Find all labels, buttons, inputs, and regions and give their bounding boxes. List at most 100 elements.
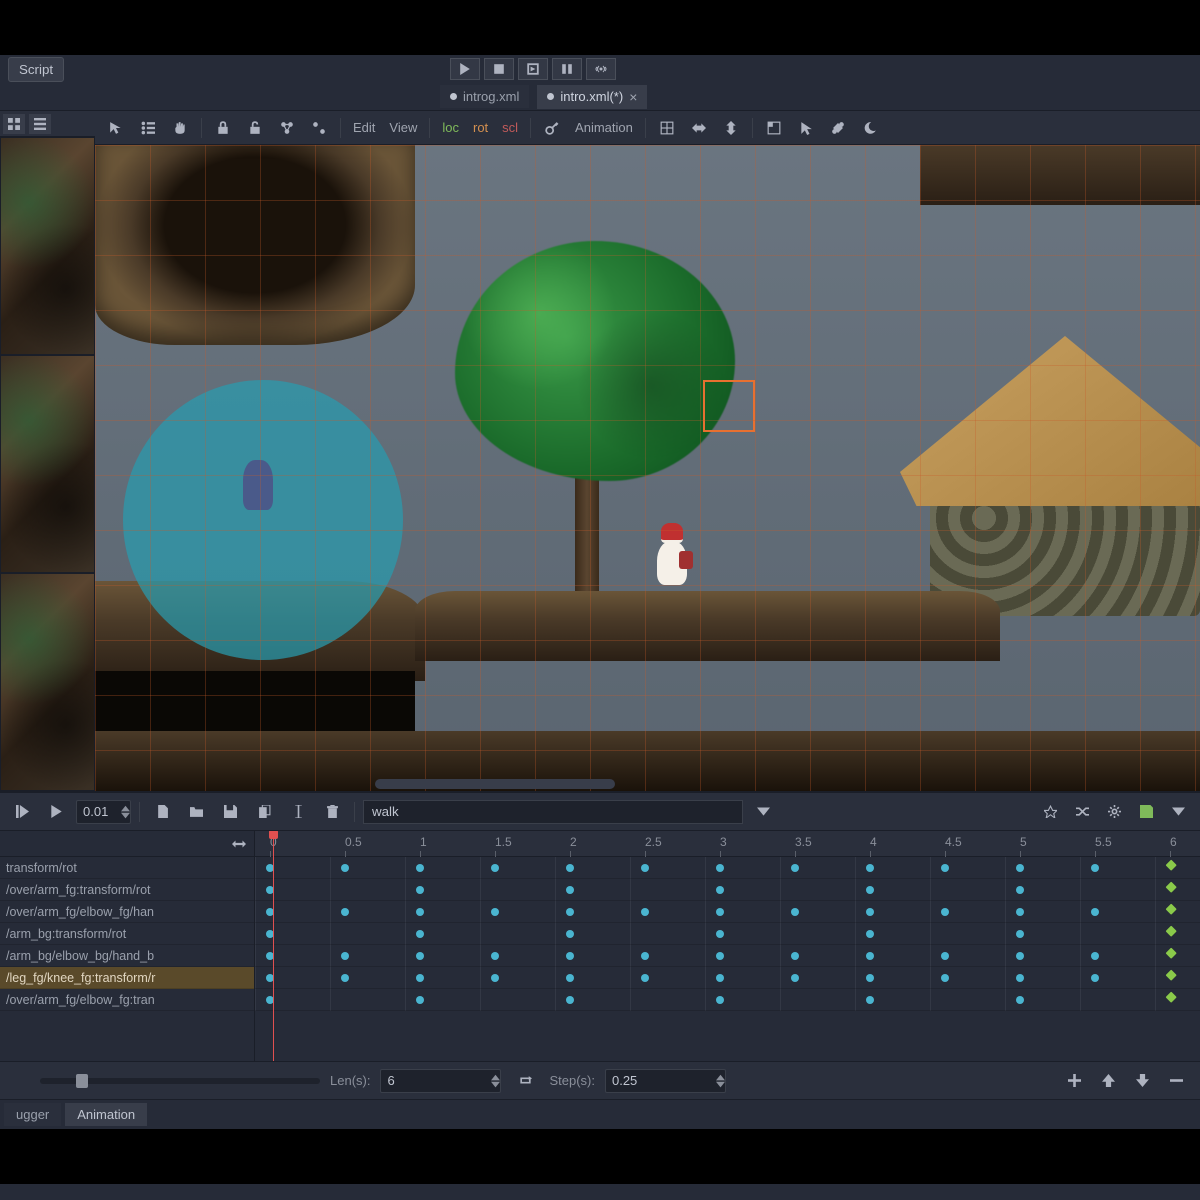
keyframe[interactable] [941,974,949,982]
keyframe[interactable] [416,886,424,894]
keyframe-row[interactable] [255,857,1200,879]
filetab-introg[interactable]: introg.xml [440,85,529,108]
keyframe[interactable] [866,864,874,872]
keyframe[interactable] [866,996,874,1004]
len-spinner[interactable] [380,1069,501,1093]
keyframe[interactable] [1016,974,1024,982]
keyframe[interactable] [1016,864,1024,872]
keyframe-end[interactable] [1166,904,1177,915]
keyframe[interactable] [716,974,724,982]
copy-icon[interactable] [250,799,278,825]
keyframe[interactable] [341,864,349,872]
keyframe[interactable] [491,908,499,916]
mode-scl[interactable]: scl [498,120,522,135]
step-input[interactable] [606,1071,716,1090]
menu-view[interactable]: View [385,120,421,135]
keyframe-row[interactable] [255,879,1200,901]
time-spinner[interactable] [76,800,131,824]
track-label[interactable]: /arm_bg:transform/rot [0,923,254,945]
track-label[interactable]: /leg_fg/knee_fg:transform/r [0,967,254,989]
keyframe[interactable] [716,864,724,872]
rename-icon[interactable] [284,799,312,825]
tileset-thumbnail[interactable] [0,137,95,355]
keyframe[interactable] [416,952,424,960]
keyframe[interactable] [866,930,874,938]
keyframe[interactable] [716,952,724,960]
unlock-icon[interactable] [242,116,268,140]
keyframe[interactable] [341,952,349,960]
keyframe[interactable] [491,952,499,960]
keyframe-end[interactable] [1166,948,1177,959]
keyframe[interactable] [716,886,724,894]
keyframe[interactable] [1091,974,1099,982]
list-view-icon[interactable] [29,114,51,134]
keyframe[interactable] [491,864,499,872]
keyframe-row[interactable] [255,945,1200,967]
broadcast-icon[interactable] [586,58,616,80]
keyframe[interactable] [566,886,574,894]
keyframe[interactable] [566,952,574,960]
keyframe[interactable] [791,974,799,982]
bone-icon[interactable] [825,116,851,140]
keyframe[interactable] [566,974,574,982]
keyframe[interactable] [866,974,874,982]
hresize-icon[interactable] [686,116,712,140]
play-scene-icon[interactable] [518,58,548,80]
keyframe[interactable] [641,908,649,916]
keyframe[interactable] [866,908,874,916]
moon-icon[interactable] [857,116,883,140]
keyframe[interactable] [416,996,424,1004]
keyframe[interactable] [641,864,649,872]
new-icon[interactable] [148,799,176,825]
group-icon[interactable] [274,116,300,140]
anchor-tl-icon[interactable] [761,116,787,140]
player-sprite[interactable] [655,523,695,593]
tab-debugger[interactable]: ugger [4,1103,61,1126]
keyframe-row[interactable] [255,967,1200,989]
track-label[interactable]: /over/arm_fg/elbow_fg/han [0,901,254,923]
keyframe[interactable] [716,996,724,1004]
remove-track-icon[interactable] [1162,1068,1190,1094]
keyframe[interactable] [566,930,574,938]
menu-animation[interactable]: Animation [571,120,637,135]
collision-circle[interactable] [123,380,403,660]
bullets-icon[interactable] [135,116,161,140]
delete-icon[interactable] [318,799,346,825]
keyframe[interactable] [1016,908,1024,916]
play-icon[interactable] [450,58,480,80]
keyframe[interactable] [1016,886,1024,894]
autoplay-icon[interactable] [1036,799,1064,825]
stop-icon[interactable] [484,58,514,80]
select-icon[interactable] [103,116,129,140]
keyframe[interactable] [716,930,724,938]
timeline-ruler[interactable]: 00.511.522.533.544.555.56 [255,831,1200,857]
track-label[interactable]: /over/arm_fg:transform/rot [0,879,254,901]
save-icon[interactable] [216,799,244,825]
keyframe-row[interactable] [255,901,1200,923]
filetab-intro[interactable]: intro.xml(*)× [537,85,647,109]
grid-view-icon[interactable] [3,114,25,134]
keyframe[interactable] [791,952,799,960]
tileset-thumbnail[interactable] [0,355,95,573]
snap-icon[interactable] [654,116,680,140]
keyframe[interactable] [941,908,949,916]
keyframe[interactable] [566,996,574,1004]
keyframe[interactable] [341,974,349,982]
keyframe[interactable] [416,864,424,872]
keyframe[interactable] [866,886,874,894]
vresize-icon[interactable] [718,116,744,140]
move-down-icon[interactable] [1128,1068,1156,1094]
mode-loc[interactable]: loc [438,120,463,135]
scene-viewport[interactable] [95,145,1200,791]
keyframe-row[interactable] [255,989,1200,1011]
keyframe[interactable] [1091,908,1099,916]
track-label[interactable]: transform/rot [0,857,254,879]
playhead[interactable] [273,831,274,1061]
keyframe[interactable] [416,974,424,982]
keyframe[interactable] [941,864,949,872]
loop-icon[interactable] [511,1068,539,1094]
selection-rect[interactable] [703,380,755,432]
mode-rot[interactable]: rot [469,120,492,135]
shuffle-icon[interactable] [1068,799,1096,825]
play-from-start-icon[interactable] [8,799,36,825]
